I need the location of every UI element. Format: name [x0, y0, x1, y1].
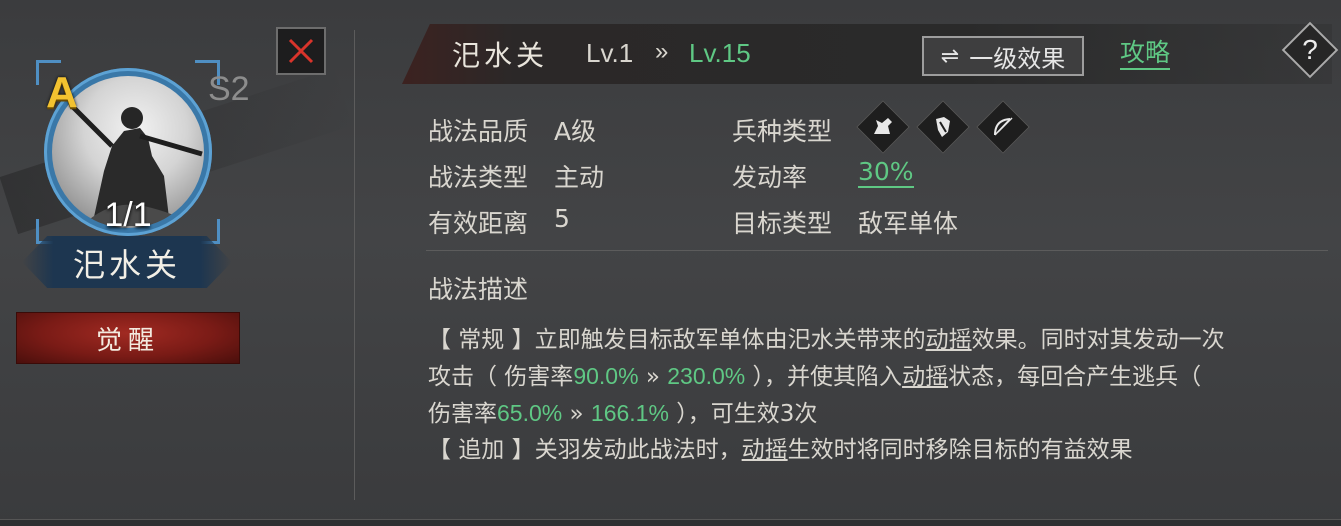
desc-text: 伤害率: [428, 401, 497, 427]
status-link[interactable]: 动摇: [902, 364, 948, 390]
level-arrow-icon: »: [655, 38, 669, 65]
effect-toggle-button[interactable]: ⇌ 一级效果: [922, 36, 1084, 76]
level-max: Lv.15: [689, 38, 751, 68]
shield-icon: [924, 108, 962, 146]
description-text: 【 常规 】立即触发目标敌军单体由汜水关带来的动摇效果。同时对其发动一次 攻击（…: [428, 322, 1328, 468]
cavalry-icon: [864, 108, 902, 146]
target-label: 目标类型: [732, 209, 833, 238]
troop-label: 兵种类型: [732, 117, 833, 146]
rate-value[interactable]: 30%: [858, 158, 914, 188]
skill-title: 汜水关: [452, 39, 549, 72]
desc-text: ），可生效3次: [668, 401, 818, 427]
swap-icon: ⇌: [940, 43, 960, 69]
value-base: 65.0%: [497, 400, 563, 426]
range-label: 有效距离: [428, 209, 529, 238]
description-line: 【 常规 】立即触发目标敌军单体由汜水关带来的动摇效果。同时对其发动一次: [428, 322, 1328, 358]
type-value: 主动: [554, 163, 605, 192]
desc-text: ），并使其陷入: [745, 364, 903, 390]
range-value: 5: [554, 204, 570, 233]
level-current: Lv.1: [586, 38, 634, 68]
desc-text: 效果。同时对其发动一次: [971, 327, 1225, 353]
horizontal-divider: [426, 250, 1328, 251]
bottom-border: [0, 519, 1341, 526]
arrow-icon: »: [562, 401, 591, 427]
description-line: 攻击（ 伤害率90.0% » 230.0% ），并使其陷入动摇状态，每回合产生逃…: [428, 358, 1328, 395]
guide-link[interactable]: 攻略: [1120, 38, 1171, 70]
hero-name: 汜水关: [72, 246, 181, 284]
status-link[interactable]: 动摇: [742, 437, 788, 463]
desc-text: 生效时将同时移除目标的有益效果: [787, 437, 1133, 463]
effect-toggle-label: 一级效果: [969, 44, 1066, 73]
desc-text: 状态，每回合产生逃兵（: [948, 364, 1202, 390]
value-max: 166.1%: [590, 400, 669, 426]
type-label: 战法类型: [428, 163, 529, 192]
description-title: 战法描述: [428, 275, 529, 304]
arrow-icon: »: [638, 364, 668, 390]
desc-text: 攻击（ 伤害率: [428, 364, 574, 390]
status-link[interactable]: 动摇: [926, 327, 972, 353]
quality-value: A级: [554, 117, 597, 146]
description-line: 【 追加 】关羽发动此战法时，动摇生效时将同时移除目标的有益效果: [428, 432, 1328, 468]
desc-text: 【 常规 】立即触发目标敌军单体由汜水关带来的: [428, 327, 926, 353]
bow-icon: [984, 108, 1022, 146]
copy-count: 1/1: [104, 196, 152, 234]
close-button[interactable]: [276, 27, 326, 75]
rate-label: 发动率: [732, 163, 808, 192]
value-max: 230.0%: [667, 363, 746, 389]
awaken-button[interactable]: 觉醒: [16, 312, 240, 364]
season-label: S2: [208, 70, 250, 108]
description-line: 伤害率65.0% » 166.1% ），可生效3次: [428, 395, 1328, 432]
close-icon: [288, 38, 314, 64]
grade-badge: A: [46, 68, 78, 117]
awaken-label: 觉醒: [95, 325, 160, 356]
quality-label: 战法品质: [428, 117, 529, 146]
target-value: 敌军单体: [858, 209, 959, 238]
value-base: 90.0%: [573, 363, 639, 389]
help-icon[interactable]: ?: [1290, 30, 1330, 70]
vertical-divider: [354, 30, 355, 500]
desc-text: 【 追加 】关羽发动此战法时，: [428, 437, 742, 463]
